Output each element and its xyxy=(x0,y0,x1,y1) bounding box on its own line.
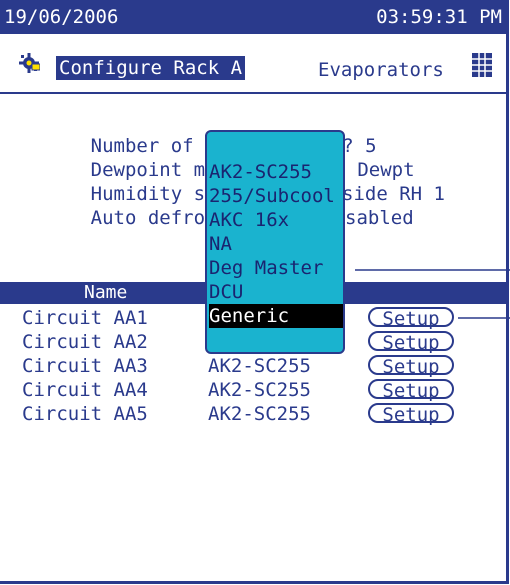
controller-type-dropdown[interactable]: AK2-SC255 255/Subcool AKC 16x NA Deg Mas… xyxy=(205,130,345,354)
dropdown-option-na[interactable]: NA xyxy=(209,232,343,256)
controller-type[interactable]: AK2-SC255 xyxy=(208,354,311,378)
section-label: Evaporators xyxy=(318,59,444,81)
dropdown-option-generic[interactable]: Generic xyxy=(209,304,343,328)
dropdown-option-deg-master[interactable]: Deg Master xyxy=(209,256,343,280)
setting-value: sabled xyxy=(345,207,414,229)
date-readout: 19/06/2006 xyxy=(4,6,119,28)
dropdown-option-255-subcool[interactable]: 255/Subcool xyxy=(209,184,343,208)
dropdown-option-ak2-sc255[interactable]: AK2-SC255 xyxy=(209,160,343,184)
status-bar: 19/06/2006 03:59:31 PM xyxy=(0,0,506,34)
table-row[interactable]: Circuit AA4 AK2-SC255 Setup xyxy=(22,378,492,402)
dropdown-option-dcu[interactable]: DCU xyxy=(209,280,343,304)
circuit-name: Circuit AA1 xyxy=(22,307,148,329)
setup-button[interactable]: Setup xyxy=(368,379,454,401)
name-column-header: Name xyxy=(84,282,128,303)
circuit-name: Circuit AA2 xyxy=(22,331,148,353)
setup-button[interactable]: Setup xyxy=(368,331,454,353)
controller-type[interactable]: AK2-SC255 xyxy=(208,378,311,402)
gear-hand-icon xyxy=(19,53,40,73)
setup-button[interactable]: Setup xyxy=(368,355,454,377)
circuit-name: Circuit AA3 xyxy=(22,355,148,377)
setup-button[interactable]: Setup xyxy=(368,307,454,329)
table-row[interactable]: Circuit AA5 AK2-SC255 Setup xyxy=(22,402,492,426)
grid-icon[interactable] xyxy=(471,52,493,78)
circuit-name: Circuit AA4 xyxy=(22,379,148,401)
time-readout: 03:59:31 PM xyxy=(376,6,502,28)
circuit-name: Circuit AA5 xyxy=(22,403,148,425)
setup-button[interactable]: Setup xyxy=(368,403,454,425)
dropdown-option-akc-16x[interactable]: AKC 16x xyxy=(209,208,343,232)
page-title: Configure Rack A xyxy=(56,56,246,80)
controller-type[interactable]: AK2-SC255 xyxy=(208,402,311,426)
page-header: Configure Rack A Evaporators xyxy=(0,34,506,94)
table-row[interactable]: Circuit AA3 AK2-SC255 Setup xyxy=(22,354,492,378)
controller-screen: 19/06/2006 03:59:31 PM Configure Rack A … xyxy=(0,0,509,584)
